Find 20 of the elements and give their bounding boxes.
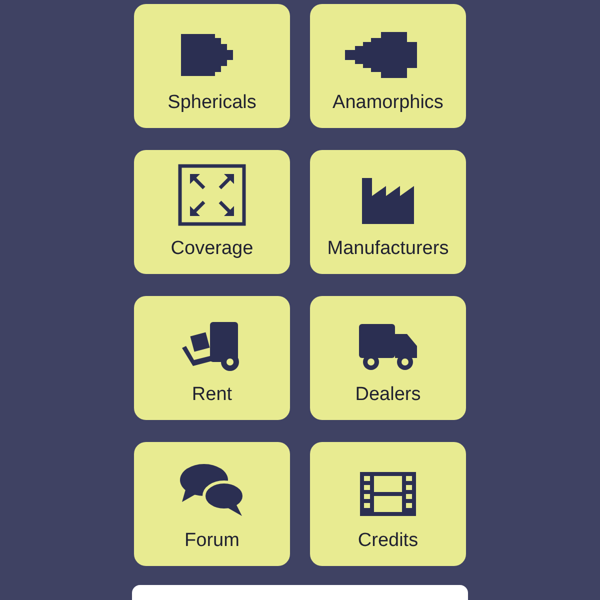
tile-label: Forum — [184, 530, 240, 552]
menu-tile[interactable]: Manufacturers — [310, 150, 466, 274]
menu-tile[interactable]: Anamorphics — [310, 4, 466, 128]
truck-icon — [357, 322, 419, 372]
tile-label: Dealers — [355, 384, 421, 406]
tile-label: Manufacturers — [327, 238, 449, 260]
menu-tile[interactable]: Coverage — [134, 150, 290, 274]
tile-label: Rent — [192, 384, 232, 406]
menu-tile[interactable]: Sphericals — [134, 4, 290, 128]
tile-label: Credits — [358, 530, 418, 552]
menu-tile[interactable]: Credits — [310, 442, 466, 566]
menu-tile[interactable]: Dealers — [310, 296, 466, 420]
menu-tile[interactable]: Forum — [134, 442, 290, 566]
tile-label: Anamorphics — [332, 92, 444, 114]
tile-label: Coverage — [170, 238, 254, 260]
expand-icon — [178, 164, 246, 226]
tile-label: Sphericals — [168, 92, 256, 114]
menu-tile[interactable]: Rent — [134, 296, 290, 420]
film-strip-icon — [358, 470, 418, 518]
factory-icon — [360, 176, 416, 226]
